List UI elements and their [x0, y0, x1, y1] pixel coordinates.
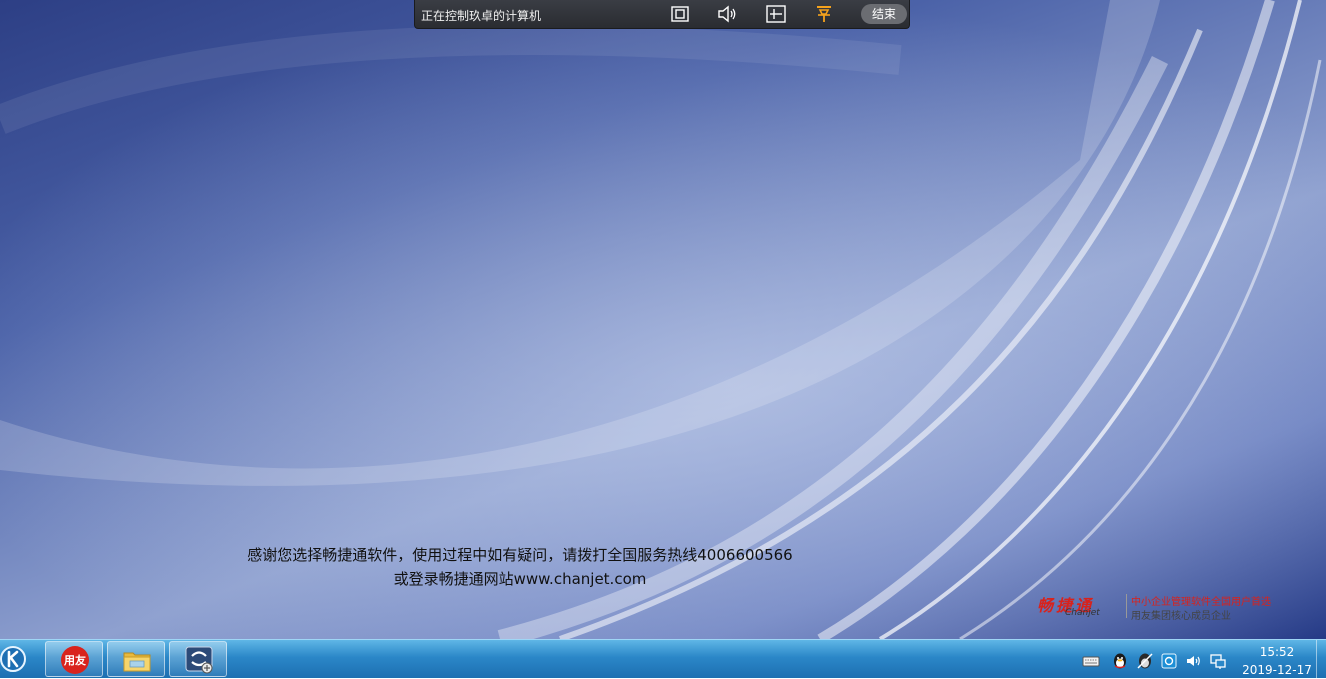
screen-layout-icon[interactable]: [765, 3, 787, 25]
volume-icon[interactable]: [1185, 652, 1203, 670]
logo-slogan: 中小企业管理软件全国用户首选: [1131, 597, 1271, 608]
remote-control-status: 正在控制玖卓的计算机: [421, 9, 542, 23]
qq-penguin-icon[interactable]: [1111, 652, 1129, 670]
hotline-message: 感谢您选择畅捷通软件，使用过程中如有疑问，请拨打全国服务热线4006600566: [247, 546, 793, 564]
chanjet-logo: 畅捷通 Chanjet 中小企业管理软件全国用户首选 用友集团核心成员企业: [1035, 592, 1315, 622]
logo-sub: Chanjet: [1065, 608, 1100, 618]
yonyou-icon: 用友: [61, 646, 89, 674]
qq-offline-icon[interactable]: [1136, 652, 1154, 670]
desktop[interactable]: 感谢您选择畅捷通软件，使用过程中如有疑问，请拨打全国服务热线4006600566…: [0, 0, 1326, 639]
clock-date: 2019-12-17: [1242, 663, 1312, 677]
network-icon[interactable]: [1209, 652, 1227, 670]
keyboard-icon[interactable]: [1082, 652, 1100, 670]
fullscreen-icon[interactable]: [669, 3, 691, 25]
taskbar-item-file-explorer[interactable]: [107, 641, 165, 677]
end-session-button[interactable]: 结束: [861, 4, 907, 24]
system-clock[interactable]: 15:52 2019-12-17: [1234, 642, 1320, 677]
taskbar-item-yonyou[interactable]: 用友: [45, 641, 103, 677]
website-message: 或登录畅捷通网站www.chanjet.com: [393, 570, 647, 588]
folder-icon: [123, 652, 151, 672]
remote-desktop-icon: [185, 646, 213, 674]
remote-control-toolbar: 正在控制玖卓的计算机 结束: [414, 0, 910, 29]
logo-member-note: 用友集团核心成员企业: [1131, 611, 1231, 622]
taskbar: 用友 15:52 2019-12-17: [0, 639, 1326, 678]
speaker-icon[interactable]: [716, 3, 738, 25]
pin-toolbar-icon[interactable]: [813, 3, 835, 25]
logo-divider: [1126, 594, 1127, 618]
taskbar-item-remote-tool[interactable]: [169, 641, 227, 677]
yonyou-icon-label: 用友: [64, 653, 86, 667]
show-desktop-button[interactable]: [1316, 640, 1326, 678]
clock-time: 15:52: [1259, 645, 1295, 659]
app-tray-icon[interactable]: [1160, 652, 1178, 670]
start-button[interactable]: [0, 643, 30, 675]
